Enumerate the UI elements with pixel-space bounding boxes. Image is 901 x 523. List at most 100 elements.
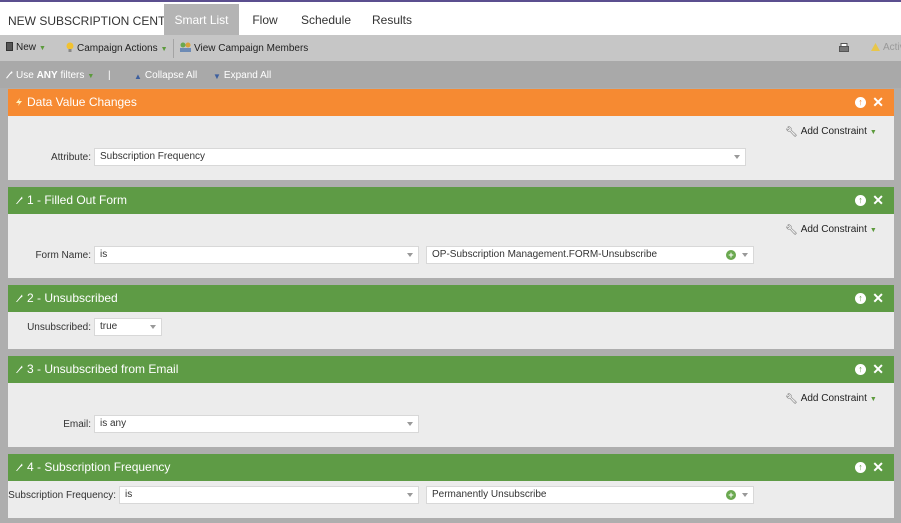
tab-results[interactable]: Results <box>366 4 418 37</box>
toolbar-divider <box>173 39 174 58</box>
chevron-down-icon <box>742 253 748 257</box>
tab-smart-list[interactable]: Smart List <box>164 4 239 37</box>
subscription-frequency-label: Subscription Frequency: <box>8 490 116 501</box>
form-name-operator-select[interactable]: is <box>94 246 419 264</box>
close-icon[interactable]: ✕ <box>872 454 884 481</box>
panel-header[interactable]: Data Value Changes ↑ ✕ <box>8 89 894 116</box>
add-constraint-button[interactable]: 🔧︎ Add Constraint ▼ <box>785 126 877 138</box>
chevron-down-icon: ▼ <box>869 129 877 136</box>
subscription-frequency-operator-select[interactable]: is <box>119 486 419 504</box>
collapse-all-label: Collapse All <box>144 70 198 81</box>
plus-circle-icon[interactable]: + <box>726 250 736 260</box>
activate-label: Activ <box>883 42 901 53</box>
collapse-all-button[interactable]: ▲ Collapse All <box>134 70 197 81</box>
new-label: New <box>16 42 37 53</box>
chevron-down-icon: ▼ <box>869 227 877 234</box>
add-constraint-button[interactable]: 🔧︎ Add Constraint ▼ <box>785 393 877 405</box>
close-icon[interactable]: ✕ <box>872 89 884 116</box>
operator-value: is <box>125 489 133 500</box>
new-button[interactable]: New ▼ <box>6 42 46 53</box>
add-constraint-label: Add Constraint <box>800 393 867 404</box>
campaign-actions-label: Campaign Actions <box>77 43 158 54</box>
filter-panel-unsubscribed: 2 - Unsubscribed ↑ ✕ Unsubscribed: true <box>8 285 894 349</box>
subscription-frequency-value: Permanently Unsubscribe <box>432 489 547 500</box>
chevron-down-icon <box>407 253 413 257</box>
arrow-up-icon[interactable]: ↑ <box>855 364 866 375</box>
wrench-icon <box>16 463 23 471</box>
attribute-label: Attribute: <box>50 152 91 163</box>
filter-mode: ANY <box>36 70 58 81</box>
use-prefix: Use <box>16 70 34 81</box>
people-icon <box>180 42 191 52</box>
wrench-icon: 🔧︎ <box>785 127 798 138</box>
attribute-value: Subscription Frequency <box>100 151 206 162</box>
tab-schedule[interactable]: Schedule <box>296 4 356 37</box>
close-icon[interactable]: ✕ <box>872 285 884 312</box>
wrench-icon: 🔧︎ <box>785 225 798 236</box>
arrow-up-icon[interactable]: ↑ <box>855 97 866 108</box>
panel-header[interactable]: 1 - Filled Out Form ↑ ✕ <box>8 187 894 214</box>
operator-value: is <box>100 249 108 260</box>
arrow-up-icon[interactable]: ↑ <box>855 462 866 473</box>
wrench-icon <box>6 71 13 79</box>
attribute-select[interactable]: Subscription Frequency <box>94 148 746 166</box>
form-name-value: OP-Subscription Management.FORM-Unsubscr… <box>432 249 658 260</box>
printer-icon <box>839 43 849 52</box>
arrow-up-icon[interactable]: ↑ <box>855 195 866 206</box>
chevron-down-icon <box>407 422 413 426</box>
wrench-icon <box>16 365 23 373</box>
add-constraint-label: Add Constraint <box>800 126 867 137</box>
chevron-down-icon <box>734 155 740 159</box>
wrench-icon: 🔧︎ <box>785 394 798 405</box>
wrench-icon <box>16 294 23 302</box>
wrench-icon <box>16 196 23 204</box>
view-campaign-members-label: View Campaign Members <box>194 43 309 54</box>
filter-panel-subscription-frequency: 4 - Subscription Frequency ↑ ✕ Subscript… <box>8 454 894 518</box>
lightning-icon <box>16 98 22 106</box>
panel-header[interactable]: 3 - Unsubscribed from Email ↑ ✕ <box>8 356 894 383</box>
arrow-up-icon[interactable]: ↑ <box>855 293 866 304</box>
collapse-icon: ▲ <box>134 72 142 81</box>
toolbar: New ▼ Campaign Actions ▼ View Campaign Mem… <box>0 35 901 62</box>
panel-title: 1 - Filled Out Form <box>27 193 128 207</box>
use-suffix: filters <box>60 70 85 81</box>
add-constraint-button[interactable]: 🔧︎ Add Constraint ▼ <box>785 224 877 236</box>
expand-all-label: Expand All <box>223 70 272 81</box>
email-select[interactable]: is any <box>94 415 419 433</box>
email-label: Email: <box>63 419 91 430</box>
expand-icon: ▼ <box>213 72 221 81</box>
document-icon <box>6 42 13 51</box>
panel-title: Data Value Changes <box>27 95 137 109</box>
program-title: NEW SUBSCRIPTION CENTER <box>8 14 183 28</box>
plus-circle-icon[interactable]: + <box>726 490 736 500</box>
print-button[interactable] <box>839 43 849 56</box>
trigger-panel-data-value-changes: Data Value Changes ↑ ✕ 🔧︎ Add Constraint ▼… <box>8 89 894 180</box>
top-bar: NEW SUBSCRIPTION CENTER Smart List Flow … <box>0 0 901 37</box>
close-icon[interactable]: ✕ <box>872 356 884 383</box>
filter-logic-selector[interactable]: Use ANY filters ▼ <box>5 70 94 81</box>
chevron-down-icon: ▼ <box>39 45 46 52</box>
panel-title: 2 - Unsubscribed <box>27 291 118 305</box>
filter-panel-unsubscribed-from-email: 3 - Unsubscribed from Email ↑ ✕ 🔧︎ Add Co… <box>8 356 894 447</box>
chevron-down-icon: ▼ <box>160 46 168 53</box>
subscription-frequency-value-select[interactable]: Permanently Unsubscribe + <box>426 486 754 504</box>
activate-button[interactable]: Activ <box>871 42 901 53</box>
filter-panel-filled-out-form: 1 - Filled Out Form ↑ ✕ 🔧︎ Add Constraint… <box>8 187 894 278</box>
view-campaign-members-button[interactable]: View Campaign Members <box>180 42 308 54</box>
panel-header[interactable]: 4 - Subscription Frequency ↑ ✕ <box>8 454 894 481</box>
filterbar-separator: | <box>108 70 111 81</box>
unsubscribed-select[interactable]: true <box>94 318 162 336</box>
tab-flow[interactable]: Flow <box>244 4 286 37</box>
filter-bar: Use ANY filters ▼ | ▲ Collapse All ▼ Expand… <box>0 62 901 88</box>
form-name-value-select[interactable]: OP-Subscription Management.FORM-Unsubscr… <box>426 246 754 264</box>
unsubscribed-value: true <box>100 321 118 332</box>
close-icon[interactable]: ✕ <box>872 187 884 214</box>
warning-icon <box>871 43 880 51</box>
chevron-down-icon <box>742 493 748 497</box>
panel-title: 4 - Subscription Frequency <box>27 460 171 474</box>
panel-header[interactable]: 2 - Unsubscribed ↑ ✕ <box>8 285 894 312</box>
chevron-down-icon: ▼ <box>87 73 95 80</box>
add-constraint-label: Add Constraint <box>800 224 867 235</box>
expand-all-button[interactable]: ▼ Expand All <box>213 70 271 81</box>
campaign-actions-button[interactable]: Campaign Actions ▼ <box>66 42 168 54</box>
